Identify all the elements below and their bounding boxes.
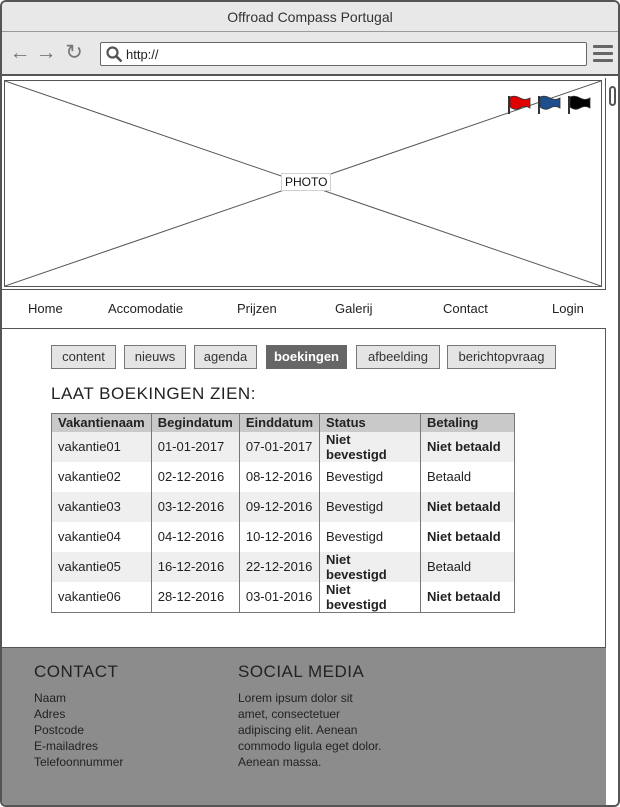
footer-contact-heading: CONTACT — [34, 662, 119, 681]
table-cell: 16-12-2016 — [151, 551, 240, 582]
footer-contact-line: Postcode — [34, 723, 85, 737]
table-cell: Niet bevestigd — [319, 551, 422, 582]
table-cell: 07-01-2017 — [239, 431, 321, 462]
hero-photo-placeholder: PHOTO — [4, 80, 602, 287]
blue-flag-icon[interactable] — [537, 95, 561, 115]
footer-social-line: Aenean massa. — [238, 755, 322, 769]
table-row: vakantie03 03-12-2016 09-12-2016 Bevestigd N… — [51, 491, 516, 522]
table-cell: Niet betaald — [420, 521, 516, 552]
table-cell: Niet betaald — [420, 581, 516, 612]
table-row: vakantie01 01-01-2017 07-01-2017 Niet beves… — [51, 431, 516, 462]
browser-toolbar: ← → ↻ — [2, 32, 618, 76]
column-header: Einddatum — [239, 413, 321, 432]
window-title: Offroad Compass Portugal — [227, 8, 393, 25]
footer-social-line: amet, consectetuer — [238, 707, 341, 721]
table-cell: vakantie05 — [51, 551, 152, 582]
table-row: vakantie06 28-12-2016 03-01-2016 Niet beves… — [51, 581, 516, 612]
table-cell: Betaald — [420, 461, 516, 492]
nav-item-prijzen[interactable]: Prijzen — [237, 301, 277, 316]
column-header: Status — [319, 413, 422, 432]
footer-social-text: Lorem ipsum dolor sit amet, consectetuer a… — [238, 690, 381, 770]
nav-item-contact[interactable]: Contact — [443, 301, 488, 316]
table-cell: vakantie02 — [51, 461, 152, 492]
search-icon — [106, 46, 123, 63]
back-arrow-icon[interactable]: ← — [9, 42, 31, 64]
footer-contact-line: E-mailadres — [34, 739, 99, 753]
table-cell: Niet betaald — [420, 491, 516, 522]
table-cell: 03-01-2016 — [239, 581, 321, 612]
table-cell: vakantie04 — [51, 521, 152, 552]
footer-social-line: commodo ligula eget dolor. — [238, 739, 382, 753]
table-header-row: Vakantienaam Begindatum Einddatum Status… — [51, 413, 516, 432]
table-cell: 28-12-2016 — [151, 581, 240, 612]
tab-agenda[interactable]: agenda — [194, 345, 257, 369]
nav-item-login[interactable]: Login — [552, 301, 584, 316]
tab-afbeelding[interactable]: afbeelding — [356, 345, 440, 369]
table-cell: vakantie03 — [51, 491, 152, 522]
table-cell: 22-12-2016 — [239, 551, 321, 582]
table-cell: Niet betaald — [420, 431, 516, 462]
table-cell: Niet bevestigd — [319, 581, 422, 612]
nav-item-accomodatie[interactable]: Accomodatie — [108, 301, 183, 316]
photo-label: PHOTO — [281, 173, 332, 191]
page-footer: CONTACT Naam Adres Postcode E-mailadres Tele… — [2, 647, 606, 805]
table-cell: 02-12-2016 — [151, 461, 240, 492]
tab-boekingen[interactable]: boekingen — [266, 345, 347, 369]
table-cell: vakantie06 — [51, 581, 152, 612]
vertical-scrollbar[interactable] — [605, 78, 618, 805]
table-cell: Bevestigd — [319, 491, 422, 522]
column-header: Betaling — [420, 413, 516, 432]
footer-social-line: adipiscing elit. Aenean — [238, 723, 358, 737]
tab-content[interactable]: content — [51, 345, 116, 369]
footer-contact-line: Telefoonnummer — [34, 755, 124, 769]
table-cell: Bevestigd — [319, 461, 422, 492]
table-cell: 10-12-2016 — [239, 521, 321, 552]
browser-window: Offroad Compass Portugal ← → ↻ PHOTO Hom… — [0, 0, 620, 807]
hamburger-menu-icon[interactable] — [593, 45, 613, 63]
table-row: vakantie02 02-12-2016 08-12-2016 Bevestigd B… — [51, 461, 516, 492]
red-flag-icon[interactable] — [507, 95, 531, 115]
footer-social-line: Lorem ipsum dolor sit — [238, 691, 353, 705]
table-cell: 09-12-2016 — [239, 491, 321, 522]
reload-icon[interactable]: ↻ — [63, 42, 85, 64]
tab-nieuws[interactable]: nieuws — [124, 345, 186, 369]
footer-contact-line: Naam — [34, 691, 67, 705]
column-header: Vakantienaam — [51, 413, 152, 432]
footer-social-heading: SOCIAL MEDIA — [238, 662, 365, 681]
language-flags — [507, 95, 591, 115]
column-header: Begindatum — [151, 413, 240, 432]
bookings-heading: LAAT BOEKINGEN ZIEN: — [51, 384, 256, 403]
black-flag-icon[interactable] — [567, 95, 591, 115]
forward-arrow-icon[interactable]: → — [35, 42, 57, 64]
table-cell: vakantie01 — [51, 431, 152, 462]
footer-contact-list: Naam Adres Postcode E-mailadres Telefoonnumm… — [34, 690, 123, 770]
bookings-table: Vakantienaam Begindatum Einddatum Status… — [51, 413, 516, 613]
table-row: vakantie05 16-12-2016 22-12-2016 Niet beves… — [51, 551, 516, 582]
table-cell: Bevestigd — [319, 521, 422, 552]
table-cell: Niet bevestigd — [319, 431, 422, 462]
address-bar[interactable] — [100, 42, 587, 66]
table-cell: 01-01-2017 — [151, 431, 240, 462]
table-cell: 04-12-2016 — [151, 521, 240, 552]
table-row: vakantie04 04-12-2016 10-12-2016 Bevestigd N… — [51, 521, 516, 552]
main-navigation: Home Accomodatie Prijzen Galerij Contact… — [2, 289, 606, 329]
table-cell: Betaald — [420, 551, 516, 582]
footer-contact-line: Adres — [34, 707, 66, 721]
table-cell: 03-12-2016 — [151, 491, 240, 522]
nav-item-home[interactable]: Home — [28, 301, 63, 316]
scroll-thumb[interactable] — [609, 86, 616, 106]
tab-berichtopvraag[interactable]: berichtopvraag — [447, 345, 556, 369]
title-bar: Offroad Compass Portugal — [2, 2, 618, 32]
nav-item-galerij[interactable]: Galerij — [335, 301, 373, 316]
table-cell: 08-12-2016 — [239, 461, 321, 492]
url-input[interactable] — [126, 45, 581, 64]
